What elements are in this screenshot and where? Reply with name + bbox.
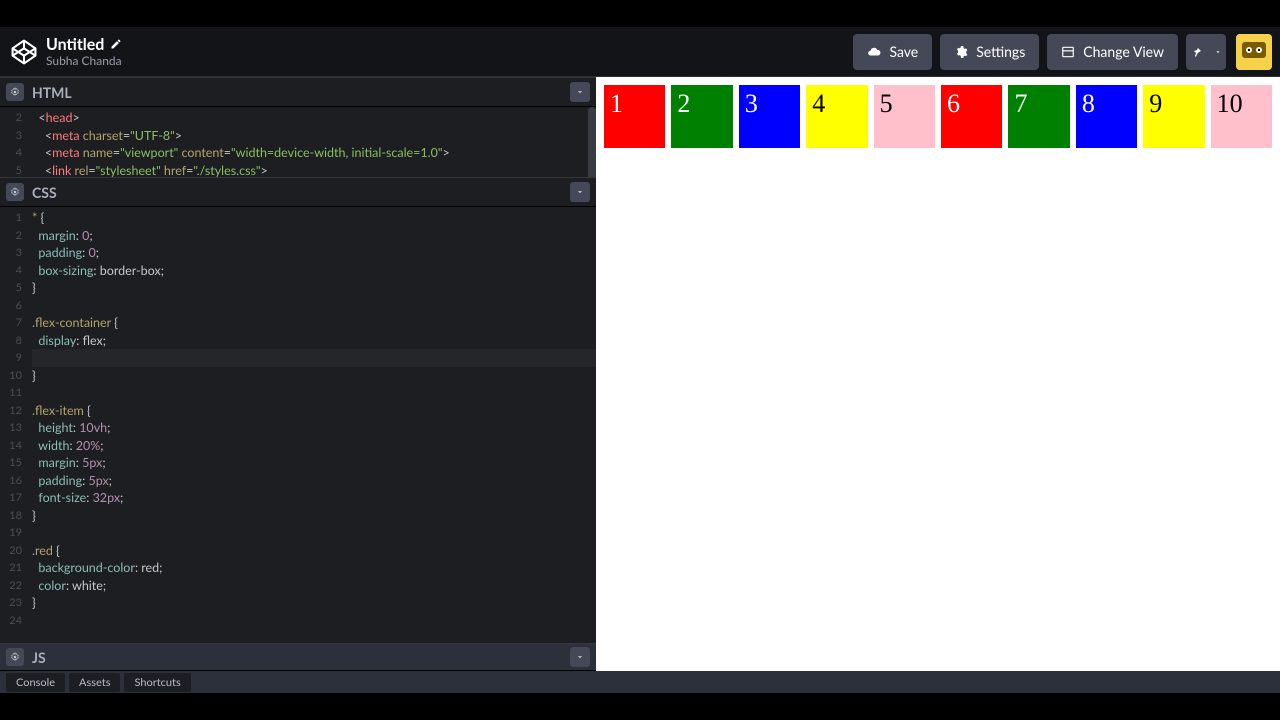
- html-panel-header[interactable]: HTML: [0, 77, 596, 107]
- avatar[interactable]: [1236, 34, 1272, 70]
- html-settings-icon[interactable]: [6, 83, 24, 101]
- css-panel-header[interactable]: CSS: [0, 177, 596, 207]
- codepen-logo-icon[interactable]: [10, 38, 38, 66]
- css-settings-icon[interactable]: [6, 183, 24, 201]
- settings-button[interactable]: Settings: [940, 34, 1039, 70]
- cloud-save-icon: [867, 45, 881, 59]
- pen-author[interactable]: Subha Chanda: [46, 54, 122, 67]
- js-panel-label: JS: [32, 649, 46, 666]
- html-collapse-icon[interactable]: [570, 82, 590, 102]
- save-button[interactable]: Save: [853, 34, 932, 70]
- editors-column: HTML 234567 <head> <meta charset="UTF-8"…: [0, 77, 596, 671]
- footer: Console Assets Shortcuts: [0, 671, 1280, 693]
- pen-title-block: Untitled Subha Chanda: [46, 36, 122, 67]
- pen-title[interactable]: Untitled: [46, 36, 104, 54]
- js-panel-header[interactable]: JS: [0, 643, 596, 671]
- css-collapse-icon[interactable]: [570, 182, 590, 202]
- change-view-button[interactable]: Change View: [1047, 34, 1178, 70]
- main-split: HTML 234567 <head> <meta charset="UTF-8"…: [0, 77, 1280, 671]
- html-panel-label: HTML: [32, 84, 72, 101]
- html-editor[interactable]: 234567 <head> <meta charset="UTF-8"> <me…: [0, 107, 596, 177]
- shortcuts-tab[interactable]: Shortcuts: [124, 673, 190, 692]
- console-tab[interactable]: Console: [6, 673, 65, 692]
- flex-item: 10: [1211, 85, 1272, 148]
- flex-item: 3: [739, 85, 800, 148]
- settings-label: Settings: [976, 43, 1025, 60]
- gear-icon: [954, 45, 968, 59]
- flex-item: 9: [1143, 85, 1204, 148]
- edit-title-icon[interactable]: [110, 38, 122, 52]
- flex-item: 6: [941, 85, 1002, 148]
- flex-item: 2: [671, 85, 732, 148]
- chevron-down-icon: [1214, 48, 1222, 56]
- flex-item: 7: [1008, 85, 1069, 148]
- layout-icon: [1061, 45, 1075, 59]
- flex-item: 4: [806, 85, 867, 148]
- preview-flex-container: 12345678910: [601, 82, 1275, 151]
- js-settings-icon[interactable]: [6, 648, 24, 666]
- js-panel: JS: [0, 643, 596, 671]
- flex-item: 1: [604, 85, 665, 148]
- js-collapse-icon[interactable]: [570, 647, 590, 667]
- flex-item: 5: [874, 85, 935, 148]
- css-editor[interactable]: 123456789101112131415161718192021222324 …: [0, 207, 596, 643]
- pin-icon: [1191, 46, 1203, 58]
- css-panel: CSS 123456789101112131415161718192021222…: [0, 177, 596, 643]
- change-view-label: Change View: [1083, 43, 1164, 60]
- flex-item: 8: [1076, 85, 1137, 148]
- app-root: Untitled Subha Chanda Save Settings: [0, 27, 1280, 693]
- assets-tab[interactable]: Assets: [69, 673, 120, 692]
- html-panel: HTML 234567 <head> <meta charset="UTF-8"…: [0, 77, 596, 177]
- css-panel-label: CSS: [32, 184, 57, 201]
- pin-button[interactable]: [1186, 34, 1226, 70]
- save-label: Save: [889, 43, 918, 60]
- topbar: Untitled Subha Chanda Save Settings: [0, 27, 1280, 77]
- preview-pane[interactable]: 12345678910: [596, 77, 1280, 671]
